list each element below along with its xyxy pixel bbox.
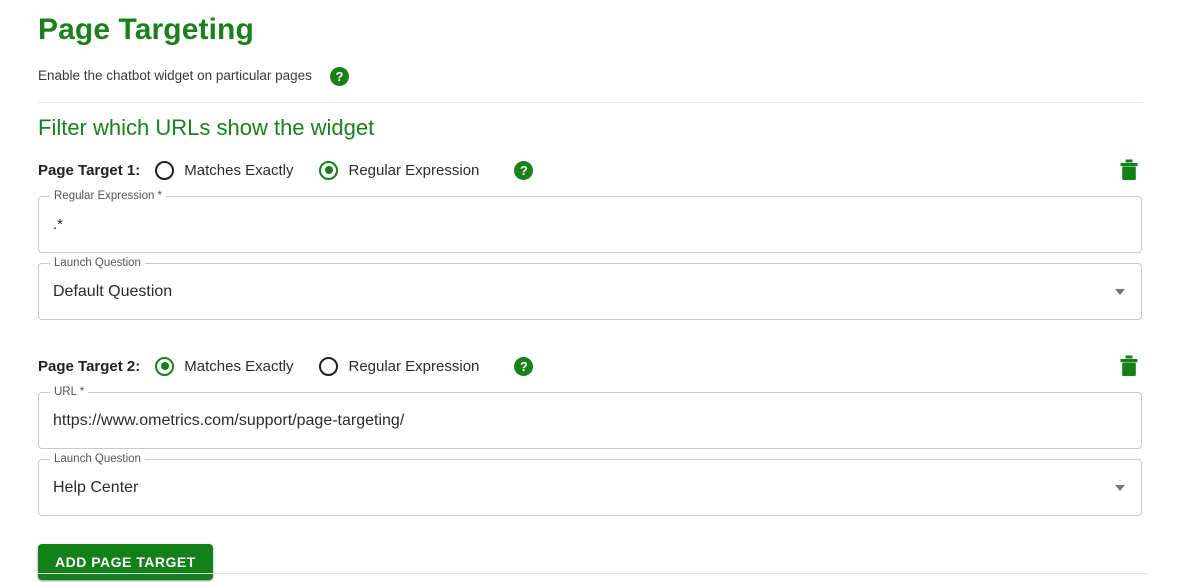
chevron-down-icon[interactable]	[1115, 288, 1125, 295]
field-value: .*	[53, 215, 64, 233]
trash-icon	[1120, 355, 1138, 376]
radio-unchecked-icon[interactable]	[155, 160, 175, 180]
page-target-2-radio-regular-expression[interactable]: Regular Expression	[319, 356, 480, 376]
page-target-1-header: Page Target 1: Matches Exactly Regular E…	[38, 156, 1142, 184]
field-legend: Launch Question	[50, 452, 145, 466]
field-value: Help Center	[53, 478, 139, 496]
page-target-2-url-field[interactable]: URL * https://www.ometrics.com/support/p…	[38, 385, 1142, 449]
delete-page-target-1-button[interactable]	[1116, 157, 1142, 183]
page-title: Page Targeting	[38, 13, 254, 46]
page-target-block-1: Page Target 1: Matches Exactly Regular E…	[38, 156, 1142, 320]
delete-page-target-2-button[interactable]	[1116, 353, 1142, 379]
page-target-2-label: Page Target 2:	[38, 357, 141, 375]
page-target-2-radio-matches-exactly[interactable]: Matches Exactly	[155, 356, 294, 376]
page-target-1-regex-field[interactable]: Regular Expression * .*	[38, 189, 1142, 253]
chevron-down-icon[interactable]	[1115, 484, 1125, 491]
field-value: https://www.ometrics.com/support/page-ta…	[53, 411, 405, 429]
subtitle-row: Enable the chatbot widget on particular …	[38, 65, 1142, 87]
radio-label: Regular Expression	[348, 357, 480, 375]
page-targeting-screen: Page Targeting Enable the chatbot widget…	[0, 0, 1180, 582]
add-page-target-button[interactable]: ADD PAGE TARGET	[38, 544, 213, 580]
page-target-1-radio-regular-expression[interactable]: Regular Expression	[319, 160, 480, 180]
help-circle-icon[interactable]: ?	[514, 356, 534, 376]
page-target-2-header: Page Target 2: Matches Exactly Regular E…	[38, 352, 1142, 380]
footer-divider	[38, 573, 1148, 574]
field-legend: Regular Expression *	[50, 189, 167, 203]
radio-unchecked-icon[interactable]	[319, 356, 339, 376]
radio-label: Regular Expression	[348, 161, 480, 179]
page-target-block-2: Page Target 2: Matches Exactly Regular E…	[38, 352, 1142, 516]
radio-checked-icon[interactable]	[319, 160, 339, 180]
field-value: Default Question	[53, 282, 173, 300]
page-target-1-launch-question-select[interactable]: Launch Question Default Question	[38, 256, 1142, 320]
radio-checked-icon[interactable]	[155, 356, 175, 376]
help-circle-icon[interactable]: ?	[329, 66, 349, 86]
page-target-2-launch-question-select[interactable]: Launch Question Help Center	[38, 452, 1142, 516]
trash-icon	[1120, 159, 1138, 180]
radio-label: Matches Exactly	[184, 161, 294, 179]
page-target-1-radio-matches-exactly[interactable]: Matches Exactly	[155, 160, 294, 180]
page-target-1-label: Page Target 1:	[38, 161, 141, 179]
field-legend: URL *	[50, 385, 89, 399]
page-subtitle: Enable the chatbot widget on particular …	[38, 68, 312, 83]
radio-label: Matches Exactly	[184, 357, 294, 375]
field-legend: Launch Question	[50, 256, 145, 270]
help-circle-icon[interactable]: ?	[514, 160, 534, 180]
section-title: Filter which URLs show the widget	[38, 115, 375, 140]
